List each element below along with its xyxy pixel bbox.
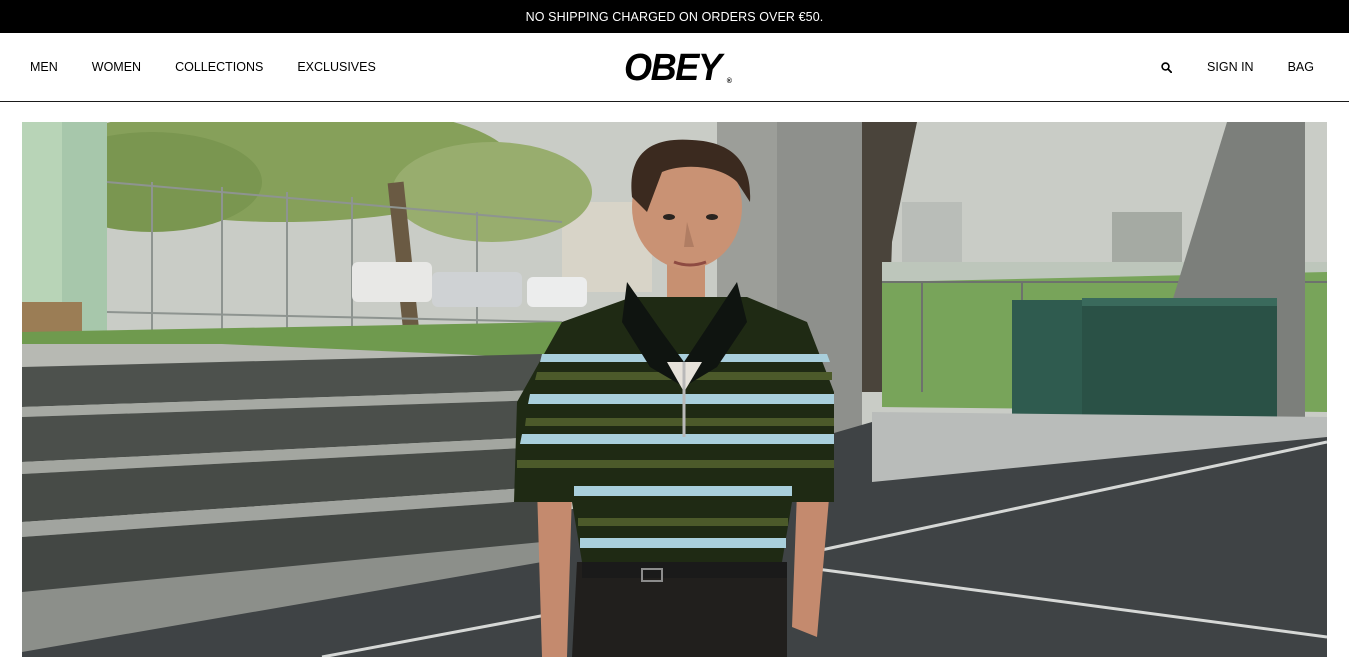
nav-item-women[interactable]: WOMEN bbox=[92, 60, 141, 74]
hero-banner[interactable] bbox=[22, 122, 1327, 657]
bag-link[interactable]: BAG bbox=[1288, 60, 1314, 74]
nav-item-collections[interactable]: COLLECTIONS bbox=[175, 60, 263, 74]
hero-photo bbox=[22, 122, 1327, 657]
logo-registered-mark: ® bbox=[726, 78, 732, 85]
utility-nav: SIGN IN BAG bbox=[1159, 33, 1314, 101]
brand-logo[interactable]: OBEY ® bbox=[624, 47, 732, 89]
promo-text: NO SHIPPING CHARGED ON ORDERS OVER €50. bbox=[525, 9, 824, 24]
primary-nav: MEN WOMEN COLLECTIONS EXCLUSIVES bbox=[30, 33, 376, 101]
nav-item-men[interactable]: MEN bbox=[30, 60, 58, 74]
search-icon[interactable] bbox=[1159, 60, 1173, 74]
logo-text: OBEY bbox=[624, 47, 722, 89]
site-header: MEN WOMEN COLLECTIONS EXCLUSIVES OBEY ® … bbox=[0, 33, 1349, 102]
sign-in-link[interactable]: SIGN IN bbox=[1207, 60, 1254, 74]
promo-bar: NO SHIPPING CHARGED ON ORDERS OVER €50. bbox=[0, 0, 1349, 33]
nav-item-exclusives[interactable]: EXCLUSIVES bbox=[297, 60, 376, 74]
